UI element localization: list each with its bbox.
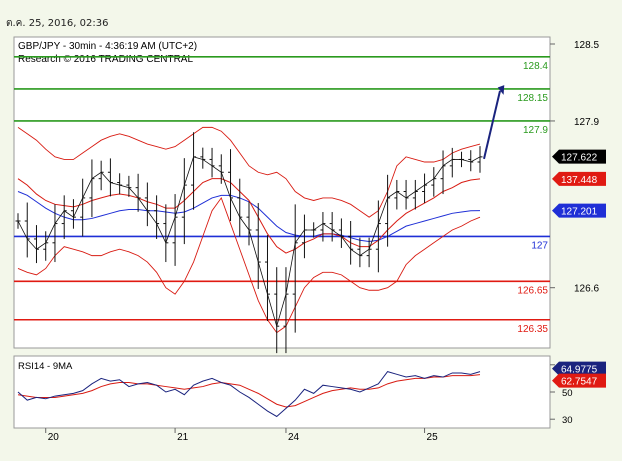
- level-label: 126.35: [517, 324, 548, 335]
- chart-title: GBP/JPY - 30min - 4:36:19 AM (UTC+2): [18, 41, 197, 52]
- rsi-title: RSI14 - 9MA: [18, 361, 73, 372]
- x-tick-label: 20: [48, 432, 60, 443]
- rsi-marker-label: 62.7547: [561, 377, 598, 388]
- price-marker-label: 127.622: [561, 153, 598, 164]
- rsi-y-tick-label: 30: [562, 415, 573, 426]
- x-tick-label: 21: [177, 432, 189, 443]
- level-label: 126.65: [517, 285, 548, 296]
- price-marker-label: 127.201: [561, 207, 598, 218]
- rsi-marker: 64.9775: [552, 361, 606, 376]
- x-tick-label: 25: [427, 432, 439, 443]
- level-label: 128.15: [517, 93, 548, 104]
- x-tick-label: 24: [288, 432, 300, 443]
- price-marker-label: 137.448: [561, 175, 598, 186]
- rsi-marker: 62.7547: [552, 373, 606, 388]
- main-plot-area: [13, 36, 551, 349]
- price-marker: 137.448: [552, 171, 606, 186]
- price-marker: 127.201: [552, 203, 606, 218]
- chart-subtitle: Research © 2016 TRADING CENTRAL: [18, 54, 193, 65]
- level-label: 128.4: [523, 61, 548, 72]
- y-tick-label: 126.6: [574, 284, 599, 295]
- price-marker: 127.622: [552, 149, 606, 164]
- rsi-plot-area: [13, 355, 551, 429]
- rsi-y-tick-label: 50: [562, 388, 573, 399]
- y-tick-label: 127.9: [574, 117, 599, 128]
- level-label: 127.9: [523, 125, 548, 136]
- level-label: 127: [531, 240, 548, 251]
- y-tick-label: 128.5: [574, 40, 599, 51]
- price-chart: GBP/JPY - 30min - 4:36:19 AM (UTC+2) Res…: [13, 36, 606, 443]
